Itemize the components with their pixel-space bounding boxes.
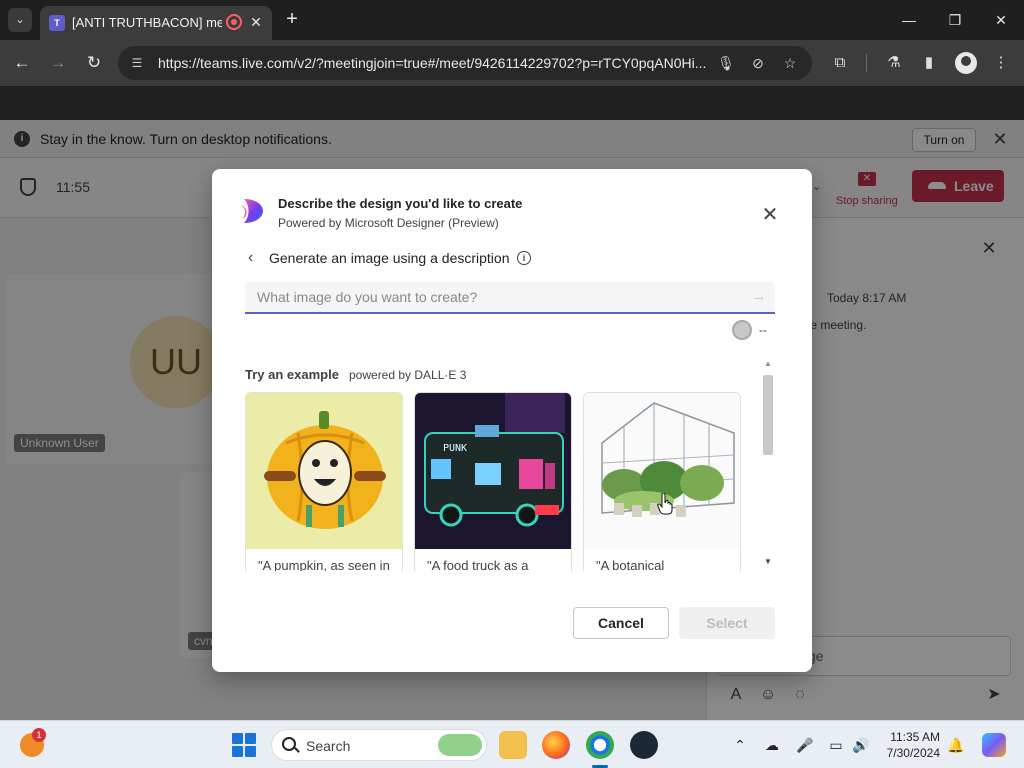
dialog-close-icon[interactable]: ✕ (760, 205, 780, 225)
back-chevron-icon[interactable]: ‹ (248, 249, 262, 267)
boost-credits-icon (732, 320, 752, 340)
new-tab-button[interactable]: + (280, 8, 304, 32)
example-caption: "A pumpkin, as seen in (258, 558, 390, 571)
recording-indicator-icon (226, 14, 242, 30)
notification-badge: 1 (32, 728, 46, 742)
display-icon[interactable]: ▭ (826, 735, 846, 755)
food-truck-example-image: PUNK (415, 393, 571, 549)
windows-taskbar: 1 Search ⌃ ☁ 🎤 ▭ 🔊 11:35 AM 7/30/2024 🔔 (0, 720, 1024, 768)
prompt-input[interactable] (245, 282, 739, 312)
search-icon (282, 737, 296, 751)
taskbar-search[interactable]: Search (271, 729, 487, 761)
bookmark-star-icon[interactable]: ☆ (779, 53, 801, 73)
cancel-button[interactable]: Cancel (573, 607, 669, 639)
forward-button[interactable]: → (46, 51, 70, 75)
copilot-icon[interactable] (982, 733, 1006, 757)
examples-list: "A pumpkin, as seen in PUNK "A food truc… (245, 391, 745, 571)
taskbar-search-label: Search (306, 738, 351, 754)
volume-icon[interactable]: 🔊 (851, 735, 871, 755)
scroll-thumb[interactable] (763, 375, 773, 455)
browser-toolbar: ← → ↻ ☰ https://teams.live.com/v2/?meeti… (0, 40, 1024, 86)
examples-powered-by: powered by DALL·E 3 (349, 368, 467, 382)
camera-blocked-icon[interactable]: ⊘ (747, 53, 769, 73)
designer-logo-icon (241, 199, 263, 223)
select-button[interactable]: Select (679, 607, 775, 639)
example-caption: "A botanical (596, 558, 665, 571)
generate-label: Generate an image using a description (269, 250, 510, 266)
chrome-menu-icon[interactable]: ⋮ (990, 52, 1012, 74)
clock-time: 11:35 AM (890, 730, 940, 744)
example-caption: "A food truck as a (427, 558, 529, 571)
truck-sign-text: PUNK (443, 443, 467, 454)
maximize-button[interactable]: ❐ (932, 6, 978, 34)
url-text[interactable]: https://teams.live.com/v2/?meetingjoin=t… (158, 55, 718, 71)
scroll-up-arrow-icon[interactable]: ▲ (763, 359, 773, 369)
microphone-icon[interactable]: 🎙 (715, 53, 737, 73)
example-card-food-truck[interactable]: PUNK "A food truck as a (414, 392, 572, 571)
examples-scrollbar[interactable]: ▲ ▼ (761, 359, 775, 571)
network-offline-icon[interactable]: ☁ (762, 735, 782, 755)
hand-cursor-icon (657, 493, 673, 515)
back-button[interactable]: ← (10, 51, 34, 75)
pumpkin-example-image (246, 393, 402, 549)
steam-icon[interactable] (630, 731, 658, 759)
teams-favicon-icon: T (49, 15, 65, 31)
example-card-botanical[interactable]: "A botanical (583, 392, 741, 571)
credits-count: -- (759, 323, 767, 337)
page-top-band (0, 86, 1024, 120)
reload-button[interactable]: ↻ (82, 51, 106, 75)
tab-title: [ANTI TRUTHBACON] meeting (72, 15, 222, 30)
info-icon[interactable]: i (517, 251, 531, 265)
tab-close-icon[interactable]: ✕ (248, 14, 264, 30)
designer-dialog: Describe the design you'd like to create… (212, 169, 812, 672)
file-explorer-icon[interactable] (499, 731, 527, 759)
side-panel-icon[interactable]: ▮ (918, 52, 940, 74)
firefox-icon[interactable] (542, 731, 570, 759)
clock-date: 7/30/2024 (886, 746, 940, 760)
tab-search-chevron-icon[interactable]: ⌄ (8, 8, 32, 32)
start-button[interactable] (232, 733, 256, 757)
chrome-icon[interactable] (586, 731, 614, 759)
examples-title: Try an example (245, 367, 339, 382)
dialog-subtitle: Powered by Microsoft Designer (Preview) (278, 216, 499, 230)
labs-flask-icon[interactable]: ⚗ (883, 52, 905, 74)
dialog-title: Describe the design you'd like to create (278, 196, 523, 211)
prompt-field[interactable]: → (245, 282, 775, 314)
browser-tab-active[interactable]: T [ANTI TRUTHBACON] meeting ✕ (40, 6, 272, 40)
botanical-example-image (584, 393, 740, 549)
notification-bell-icon[interactable]: 🔔 (946, 735, 966, 755)
profile-avatar-icon[interactable] (955, 52, 977, 74)
example-card-pumpkin[interactable]: "A pumpkin, as seen in (245, 392, 403, 571)
extensions-icon[interactable]: ⧉ (829, 52, 851, 74)
toolbar-divider (866, 54, 867, 72)
microphone-tray-icon[interactable]: 🎤 (795, 735, 815, 755)
minimize-button[interactable]: — (886, 6, 932, 34)
browser-titlebar: ⌄ T [ANTI TRUTHBACON] meeting ✕ + — ❐ ✕ (0, 0, 1024, 40)
scroll-down-arrow-icon[interactable]: ▼ (763, 557, 773, 567)
window-close-button[interactable]: ✕ (978, 6, 1024, 34)
address-bar[interactable]: ☰ https://teams.live.com/v2/?meetingjoin… (118, 46, 812, 80)
show-hidden-icons-chevron-icon[interactable]: ⌃ (730, 735, 750, 755)
send-arrow-icon[interactable]: → (749, 288, 769, 306)
site-info-icon[interactable]: ☰ (128, 55, 146, 71)
system-clock[interactable]: 11:35 AM 7/30/2024 (882, 729, 940, 761)
search-highlight-art-icon (438, 734, 482, 756)
